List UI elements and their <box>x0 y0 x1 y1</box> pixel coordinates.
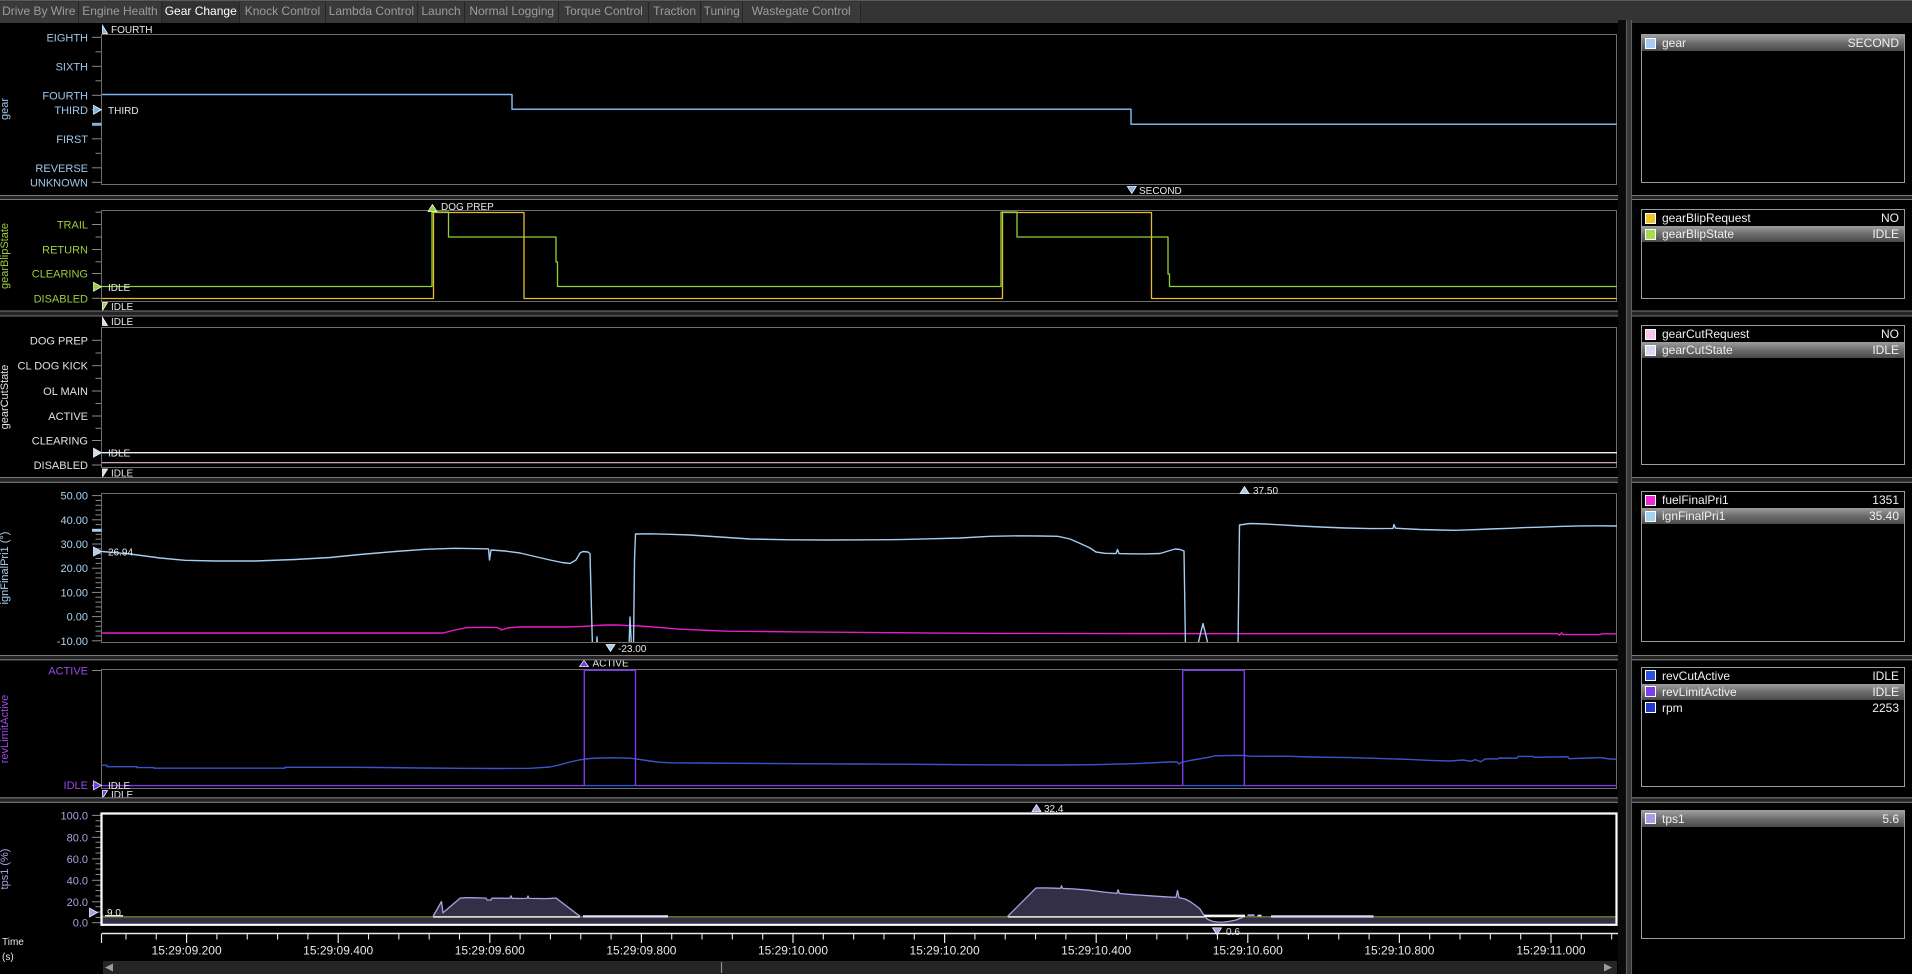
svg-text:TRAIL: TRAIL <box>57 220 88 232</box>
svg-text:15:29:10.400: 15:29:10.400 <box>1061 944 1131 958</box>
svg-text:37.50: 37.50 <box>1253 486 1278 497</box>
svg-text:15:29:09.600: 15:29:09.600 <box>455 944 525 958</box>
svg-text:0.6: 0.6 <box>1226 927 1240 938</box>
svg-text:20.0: 20.0 <box>67 897 88 909</box>
svg-text:15:29:10.600: 15:29:10.600 <box>1213 944 1283 958</box>
svg-text:IDLE: IDLE <box>64 780 88 792</box>
svg-text:EIGHTH: EIGHTH <box>46 32 88 44</box>
svg-text:20.00: 20.00 <box>60 563 88 575</box>
svg-text:gearBlipState: gearBlipState <box>0 223 11 289</box>
svg-text:50.00: 50.00 <box>60 491 88 503</box>
svg-text:CLEARING: CLEARING <box>32 269 88 281</box>
svg-text:15:29:10.800: 15:29:10.800 <box>1364 944 1434 958</box>
svg-text:ignFinalPri1 (°): ignFinalPri1 (°) <box>0 532 11 605</box>
svg-text:FOURTH: FOURTH <box>42 90 88 102</box>
svg-text:0.00: 0.00 <box>67 612 88 624</box>
svg-text:CL DOG KICK: CL DOG KICK <box>18 361 89 373</box>
svg-text:IDLE: IDLE <box>108 283 131 294</box>
svg-text:15:29:10.200: 15:29:10.200 <box>910 944 980 958</box>
svg-text:OL MAIN: OL MAIN <box>43 386 88 398</box>
svg-text:DISABLED: DISABLED <box>34 293 88 305</box>
svg-text:26.94: 26.94 <box>108 548 133 559</box>
svg-text:FOURTH: FOURTH <box>111 25 152 36</box>
svg-text:(s): (s) <box>2 952 14 963</box>
svg-text:DOG PREP: DOG PREP <box>441 202 494 213</box>
svg-text:15:29:10.000: 15:29:10.000 <box>758 944 828 958</box>
svg-text:0.0: 0.0 <box>73 918 88 930</box>
svg-text:60.0: 60.0 <box>67 854 88 866</box>
svg-text:FIRST: FIRST <box>56 134 88 146</box>
svg-text:15:29:11.000: 15:29:11.000 <box>1516 944 1586 958</box>
svg-text:100.0: 100.0 <box>60 810 88 822</box>
svg-text:DOG PREP: DOG PREP <box>30 335 88 347</box>
svg-text:80.0: 80.0 <box>67 832 88 844</box>
svg-text:-10.00: -10.00 <box>57 636 88 648</box>
svg-text:IDLE: IDLE <box>111 317 134 328</box>
svg-text:30.00: 30.00 <box>60 539 88 551</box>
svg-text:ACTIVE: ACTIVE <box>48 411 88 423</box>
svg-text:15:29:09.400: 15:29:09.400 <box>303 944 373 958</box>
svg-text:-23.00: -23.00 <box>618 644 647 655</box>
svg-text:UNKNOWN: UNKNOWN <box>30 177 88 189</box>
svg-text:tps1 (%): tps1 (%) <box>0 849 11 890</box>
svg-text:gear: gear <box>0 98 11 120</box>
svg-text:RETURN: RETURN <box>42 245 88 257</box>
svg-text:THIRD: THIRD <box>54 105 88 117</box>
svg-text:THIRD: THIRD <box>108 106 139 117</box>
svg-text:40.0: 40.0 <box>67 875 88 887</box>
svg-text:IDLE: IDLE <box>108 449 131 460</box>
svg-text:REVERSE: REVERSE <box>35 163 88 175</box>
svg-text:gearCutState: gearCutState <box>0 365 11 430</box>
svg-text:Time: Time <box>2 937 24 948</box>
svg-text:15:29:09.800: 15:29:09.800 <box>606 944 676 958</box>
svg-text:SIXTH: SIXTH <box>56 61 88 73</box>
svg-text:9.0: 9.0 <box>107 908 121 919</box>
svg-text:DISABLED: DISABLED <box>34 460 88 472</box>
svg-text:15:29:09.200: 15:29:09.200 <box>152 944 222 958</box>
svg-text:40.00: 40.00 <box>60 515 88 527</box>
svg-text:32.4: 32.4 <box>1044 804 1064 815</box>
svg-text:CLEARING: CLEARING <box>32 436 88 448</box>
svg-text:10.00: 10.00 <box>60 587 88 599</box>
svg-text:ACTIVE: ACTIVE <box>48 666 88 678</box>
svg-text:revLimitActive: revLimitActive <box>0 695 11 763</box>
